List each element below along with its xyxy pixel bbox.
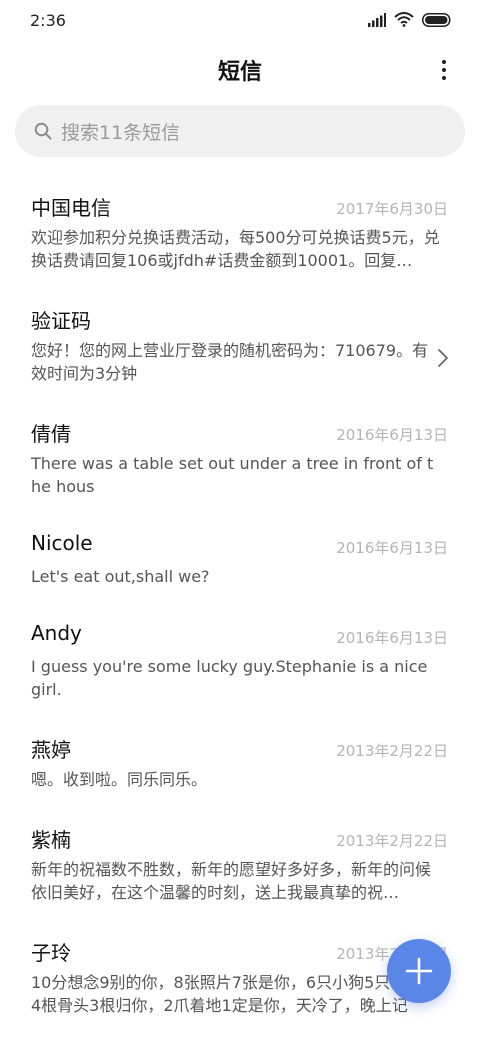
more-dot bbox=[442, 60, 446, 64]
message-date: 2013年2月22日 bbox=[336, 742, 448, 760]
message-date: 2013年2月22日 bbox=[336, 832, 448, 850]
message-sender: 子玲 bbox=[31, 941, 71, 965]
more-dot bbox=[442, 76, 446, 80]
message-item[interactable]: 中国电信 2017年6月30日 欢迎参加积分兑换话费活动，每500分可兑换话费5… bbox=[0, 178, 480, 291]
signal-icon bbox=[368, 12, 386, 27]
message-sender: Andy bbox=[31, 621, 82, 645]
message-sender: 中国电信 bbox=[31, 196, 111, 220]
message-sender: 燕婷 bbox=[31, 738, 71, 762]
message-preview: 您好！您的网上营业厅登录的随机密码为：710679。有效时间为3分钟 bbox=[31, 341, 429, 383]
message-preview: 10分想念9别的你，8张照片7张是你，6只小狗5只像你，4根骨头3根归你，2爪着… bbox=[31, 973, 439, 1015]
status-time: 2:36 bbox=[30, 11, 66, 30]
message-item[interactable]: 紫楠 2013年2月22日 新年的祝福数不胜数，新年的愿望好多好多，新年的问候依… bbox=[0, 810, 480, 923]
message-sender: 紫楠 bbox=[31, 828, 71, 852]
battery-icon bbox=[422, 12, 451, 27]
message-date: 2016年6月13日 bbox=[336, 539, 448, 557]
message-item[interactable]: 倩倩 2016年6月13日 There was a table set out … bbox=[0, 404, 480, 517]
wifi-icon bbox=[394, 12, 414, 27]
message-item[interactable]: 验证码 您好！您的网上营业厅登录的随机密码为：710679。有效时间为3分钟 bbox=[0, 291, 480, 404]
message-list: 中国电信 2017年6月30日 欢迎参加积分兑换话费活动，每500分可兑换话费5… bbox=[0, 178, 480, 1015]
message-sender: Nicole bbox=[31, 531, 93, 555]
search-input[interactable]: 搜索11条短信 bbox=[15, 105, 465, 157]
page-title: 短信 bbox=[217, 60, 262, 85]
message-preview: 嗯。收到啦。同乐同乐。 bbox=[31, 770, 208, 789]
message-preview: 欢迎参加积分兑换话费活动，每500分可兑换话费5元，兑换话费请回复106或jfd… bbox=[31, 228, 440, 270]
message-preview: 新年的祝福数不胜数，新年的愿望好多好多，新年的问候依旧美好，在这个温馨的时刻，送… bbox=[31, 860, 432, 902]
header: 短信 bbox=[0, 42, 480, 98]
message-item[interactable]: Nicole 2016年6月13日 Let's eat out,shall we… bbox=[0, 517, 480, 607]
message-preview: There was a table set out under a tree i… bbox=[31, 454, 434, 496]
search-placeholder: 搜索11条短信 bbox=[61, 121, 181, 144]
message-preview: Let's eat out,shall we? bbox=[31, 567, 210, 586]
message-item[interactable]: 燕婷 2013年2月22日 嗯。收到啦。同乐同乐。 bbox=[0, 720, 480, 810]
status-icons bbox=[368, 12, 452, 27]
message-date: 2016年6月13日 bbox=[336, 426, 448, 444]
message-sender: 倩倩 bbox=[31, 422, 71, 446]
message-sender: 验证码 bbox=[31, 309, 91, 333]
more-vertical-icon[interactable] bbox=[432, 56, 456, 84]
more-dot bbox=[442, 68, 446, 72]
status-bar: 2:36 bbox=[0, 0, 480, 42]
message-preview: I guess you're some lucky guy.Stephanie … bbox=[31, 657, 428, 699]
message-date: 2016年6月13日 bbox=[336, 629, 448, 647]
chevron-right-icon bbox=[438, 349, 448, 367]
message-date: 2017年6月30日 bbox=[336, 200, 448, 218]
message-item[interactable]: Andy 2016年6月13日 I guess you're some luck… bbox=[0, 607, 480, 720]
plus-icon bbox=[405, 957, 433, 985]
search-icon bbox=[33, 121, 53, 141]
new-message-button[interactable] bbox=[387, 939, 451, 1003]
